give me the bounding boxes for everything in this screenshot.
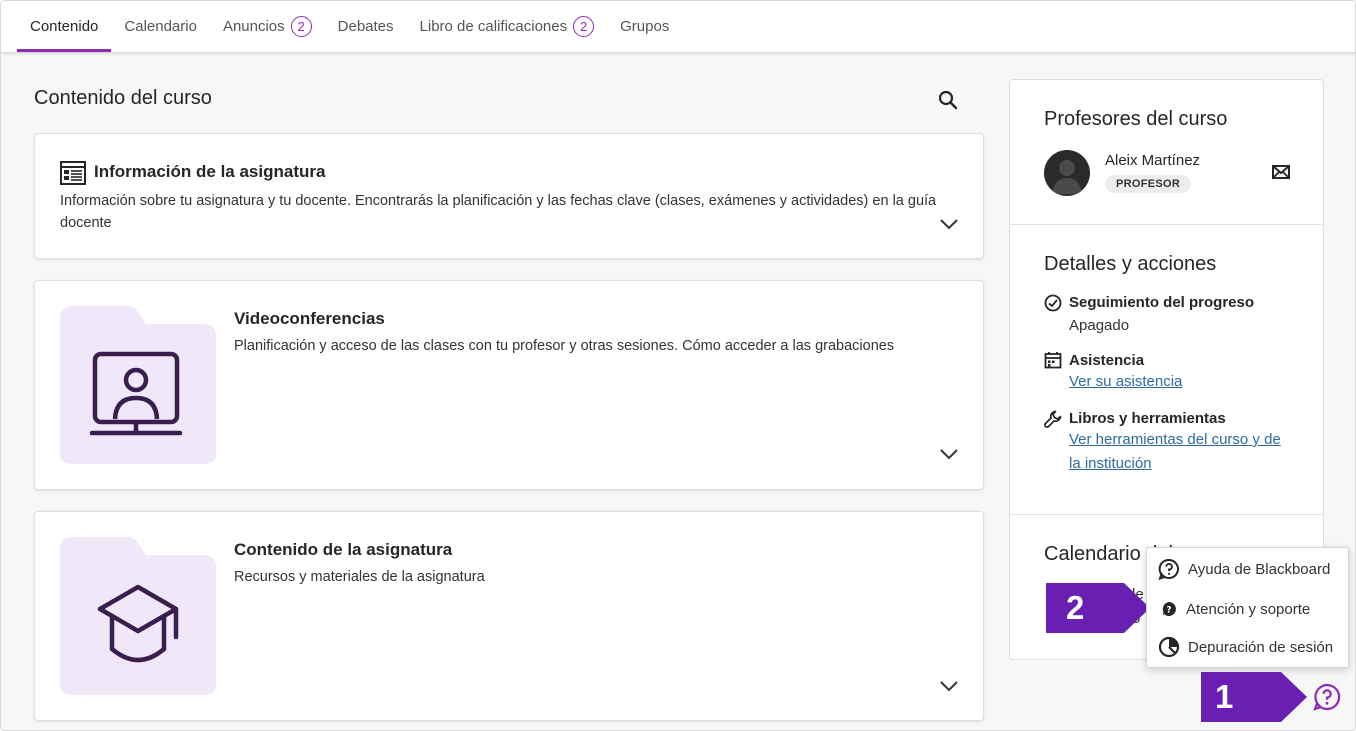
content-item-contenido[interactable]: Contenido de la asignatura Recursos y ma… bbox=[34, 511, 984, 721]
attendance-label: Asistencia bbox=[1069, 352, 1145, 369]
callout-1: 1 bbox=[1201, 672, 1307, 722]
content-item-videoconferencias[interactable]: Videoconferencias Planificación y acceso… bbox=[34, 280, 984, 490]
content-item-description: Recursos y materiales de la asignatura bbox=[234, 569, 485, 585]
tab-debates[interactable]: Debates bbox=[325, 1, 407, 52]
tab-calendario[interactable]: Calendario bbox=[111, 1, 210, 52]
content-item-description: Información sobre tu asignatura y tu doc… bbox=[60, 193, 937, 231]
expand-button[interactable] bbox=[937, 212, 961, 236]
callout-number: 1 bbox=[1215, 678, 1234, 715]
menu-item-label: Ayuda de Blackboard bbox=[1188, 560, 1331, 578]
menu-item-label: Depuración de sesión bbox=[1188, 638, 1334, 656]
chevron-down-icon bbox=[940, 219, 958, 230]
help-menu-popup: Ayuda de Blackboard ? Atención y soporte… bbox=[1146, 547, 1349, 668]
check-circle-icon bbox=[1044, 294, 1062, 312]
unread-count-badge: 2 bbox=[290, 16, 312, 37]
content-item-title[interactable]: Videoconferencias bbox=[234, 309, 385, 329]
tab-libro-de-calificaciones[interactable]: Libro de calificaciones 2 bbox=[407, 1, 608, 52]
menu-item-atencion-soporte[interactable]: ? Atención y soporte bbox=[1147, 591, 1348, 627]
view-tools-link-continued[interactable]: la institución bbox=[1069, 452, 1152, 476]
expand-button[interactable] bbox=[937, 442, 961, 466]
graduation-cap-icon bbox=[60, 537, 216, 695]
tab-grupos[interactable]: Grupos bbox=[607, 1, 682, 52]
avatar[interactable] bbox=[1044, 150, 1090, 196]
search-icon bbox=[938, 90, 958, 110]
unread-count-badge: 2 bbox=[573, 16, 595, 37]
progress-tracking-label: Seguimiento del progreso bbox=[1069, 294, 1255, 311]
section-divider bbox=[1010, 514, 1323, 515]
send-message-button[interactable] bbox=[1272, 165, 1292, 181]
calendar-icon bbox=[1044, 352, 1062, 369]
menu-item-label: Atención y soporte bbox=[1186, 600, 1311, 618]
content-item-description: Planificación y acceso de las clases con… bbox=[234, 338, 895, 354]
teacher-name[interactable]: Aleix Martínez bbox=[1105, 152, 1200, 169]
tab-label: Libro de calificaciones bbox=[419, 18, 568, 35]
help-bubble-icon bbox=[1158, 558, 1180, 580]
chevron-down-icon bbox=[940, 681, 958, 692]
tools-label: Libros y herramientas bbox=[1069, 410, 1226, 427]
details-heading: Detalles y acciones bbox=[1044, 253, 1217, 275]
pie-clock-icon bbox=[1158, 636, 1180, 658]
syllabus-icon bbox=[60, 161, 86, 185]
progress-tracking-value: Apagado bbox=[1069, 317, 1130, 334]
user-silhouette-icon bbox=[1052, 160, 1082, 194]
video-conference-icon bbox=[60, 306, 216, 464]
teacher-role-badge: PROFESOR bbox=[1105, 175, 1192, 193]
menu-item-depuracion-sesion[interactable]: Depuración de sesión bbox=[1147, 629, 1348, 665]
support-chat-icon: ? bbox=[1158, 598, 1180, 620]
envelope-icon bbox=[1272, 165, 1290, 179]
wrench-icon bbox=[1044, 410, 1062, 428]
search-button[interactable] bbox=[935, 87, 961, 113]
content-item-title[interactable]: Contenido de la asignatura bbox=[234, 540, 452, 560]
tab-label: Anuncios bbox=[222, 18, 285, 35]
tab-label: Calendario bbox=[124, 18, 197, 35]
app-frame: Contenido Calendario Anuncios 2 Debates … bbox=[0, 0, 1356, 731]
tab-contenido[interactable]: Contenido bbox=[17, 1, 112, 52]
callout-arrow-shape bbox=[1046, 583, 1150, 633]
svg-text:?: ? bbox=[1166, 606, 1171, 616]
tab-label: Grupos bbox=[620, 18, 670, 35]
help-bubble-icon bbox=[1313, 683, 1341, 711]
content-item-title[interactable]: Información de la asignatura bbox=[94, 162, 325, 182]
tab-label: Contenido bbox=[30, 18, 99, 35]
course-tab-bar: Contenido Calendario Anuncios 2 Debates … bbox=[1, 1, 1355, 53]
tab-anuncios[interactable]: Anuncios 2 bbox=[210, 1, 325, 52]
help-button[interactable] bbox=[1311, 681, 1343, 713]
tab-label: Debates bbox=[337, 18, 394, 35]
section-divider bbox=[1010, 224, 1323, 225]
callout-2: 2 bbox=[1046, 583, 1150, 633]
view-attendance-link[interactable]: Ver su asistencia bbox=[1069, 370, 1182, 394]
page-title: Contenido del curso bbox=[34, 87, 212, 109]
content-item-informacion[interactable]: Información de la asignatura Información… bbox=[34, 133, 984, 259]
menu-item-ayuda-blackboard[interactable]: Ayuda de Blackboard bbox=[1147, 551, 1348, 587]
chevron-down-icon bbox=[940, 449, 958, 460]
view-tools-link[interactable]: Ver herramientas del curso y de bbox=[1069, 428, 1281, 452]
callout-number: 2 bbox=[1066, 589, 1085, 626]
teachers-heading: Profesores del curso bbox=[1044, 108, 1228, 130]
expand-button[interactable] bbox=[937, 674, 961, 698]
